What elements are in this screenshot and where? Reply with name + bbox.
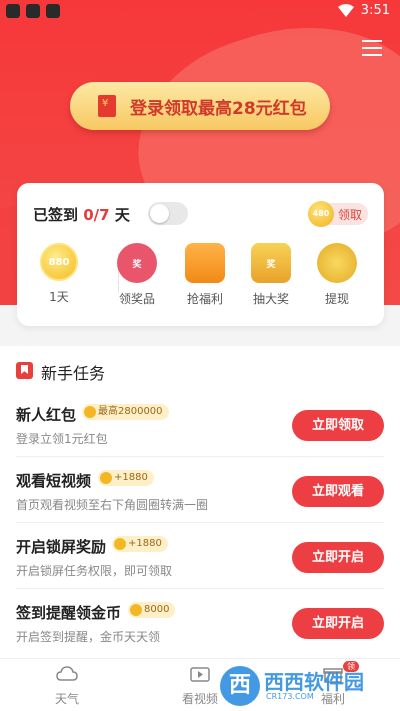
task-item: 签到提醒领金币 8000 开启签到提醒，金币天天领 立即开启	[16, 590, 384, 655]
task-desc: 登录立领1元红包	[16, 432, 108, 446]
divider	[16, 588, 384, 589]
gift-box-icon	[185, 243, 225, 283]
coin-icon: 880	[40, 243, 78, 281]
task-name: 开启锁屏奖励	[16, 538, 107, 556]
section-title: 新手任务	[41, 364, 106, 383]
tab-weather[interactable]: 天气	[17, 659, 117, 711]
divider	[16, 456, 384, 457]
watermark-url: CR173.COM	[266, 692, 314, 701]
task-item: 新人红包 最高2800000 登录立领1元红包 立即领取	[16, 392, 384, 457]
notification-icon	[6, 4, 20, 18]
reward-badge: 最高2800000	[82, 404, 169, 420]
reward-badge: 8000	[128, 602, 176, 618]
feature-label: 提现	[324, 292, 349, 306]
checkin-reminder-toggle[interactable]	[148, 202, 188, 225]
task-action-button[interactable]: 立即开启	[292, 608, 384, 639]
feature-withdraw[interactable]: 提现	[307, 243, 367, 307]
site-watermark: 西 西西软件园 CR173.COM	[220, 666, 390, 706]
prize-bag-icon: 奖	[117, 243, 157, 283]
feature-prizes[interactable]: 奖 领奖品	[107, 243, 167, 307]
coin-icon: 480	[308, 201, 334, 227]
task-action-button[interactable]: 立即观看	[292, 476, 384, 507]
claim-label: 领取	[338, 208, 363, 222]
login-reward-label: 登录领取最高28元红包	[130, 98, 307, 119]
task-item: 开启锁屏奖励 +1880 开启锁屏任务权限，即可领取 立即开启	[16, 524, 384, 589]
claim-coins-button[interactable]: 480 领取	[308, 201, 368, 227]
login-reward-button[interactable]: 登录领取最高28元红包	[70, 82, 330, 130]
bookmark-icon	[16, 362, 33, 379]
task-item: 观看短视频 +1880 首页观看视频至右下角圆圈转满一圈 立即观看	[16, 458, 384, 523]
task-desc: 开启签到提醒，金币天天领	[16, 630, 161, 644]
coins-stack-icon	[317, 243, 357, 283]
task-name: 签到提醒领金币	[16, 604, 122, 622]
status-bar: 3:51	[0, 0, 400, 24]
toggle-knob	[150, 204, 169, 223]
watermark-name: 西西软件园	[264, 670, 364, 694]
task-name: 新人红包	[16, 406, 77, 424]
reward-badge: +1880	[112, 536, 168, 552]
lottery-icon: 奖	[251, 243, 291, 283]
tab-label: 天气	[54, 692, 79, 706]
divider	[16, 522, 384, 523]
feature-welfare[interactable]: 抢福利	[175, 243, 235, 307]
video-icon	[190, 667, 210, 682]
task-desc: 开启锁屏任务权限，即可领取	[16, 564, 173, 578]
notification-icon	[26, 4, 40, 18]
menu-icon[interactable]	[362, 40, 382, 58]
feature-lottery[interactable]: 奖 抽大奖	[241, 243, 301, 307]
cloud-icon	[56, 666, 78, 681]
feature-label: 1天	[49, 290, 69, 304]
feature-label: 领奖品	[118, 292, 155, 306]
task-desc: 首页观看视频至右下角圆圈转满一圈	[16, 498, 209, 512]
checkin-card: 已签到 0/7 天 480 领取 880 1天 奖 领奖品 抢福利 奖 抽大奖 …	[17, 183, 384, 326]
checkin-status: 已签到 0/7 天	[33, 206, 130, 224]
newbie-tasks-section: 新手任务 新人红包 最高2800000 登录立领1元红包 立即领取 观看短视频 …	[0, 346, 400, 658]
task-action-button[interactable]: 立即领取	[292, 410, 384, 441]
feature-day-1[interactable]: 880 1天	[29, 243, 89, 305]
wifi-icon	[338, 4, 354, 17]
feature-label: 抢福利	[186, 292, 223, 306]
watermark-logo-icon: 西	[220, 666, 260, 706]
status-time: 3:51	[360, 3, 390, 18]
reward-badge: +1880	[98, 470, 154, 486]
checkin-count: 0/7	[83, 206, 110, 224]
red-envelope-icon	[98, 95, 116, 117]
feature-label: 抽大奖	[252, 292, 289, 306]
task-name: 观看短视频	[16, 472, 92, 490]
notification-icon	[46, 4, 60, 18]
task-action-button[interactable]: 立即开启	[292, 542, 384, 573]
